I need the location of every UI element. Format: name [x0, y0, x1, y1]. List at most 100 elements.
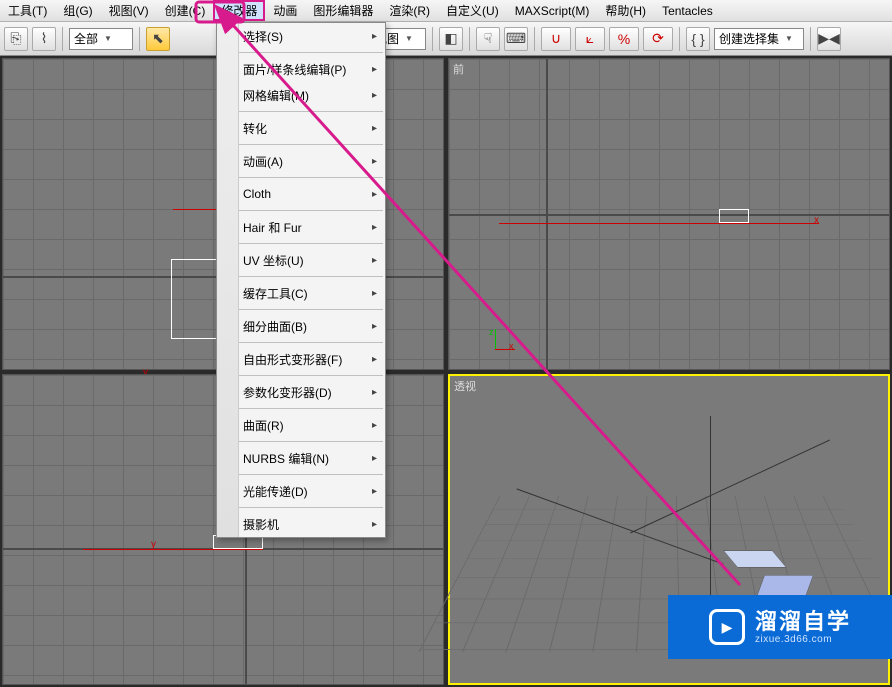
dropdown-separator	[219, 210, 383, 211]
axis-x-label: x	[814, 215, 819, 226]
toolbar-separator	[432, 27, 433, 51]
main-toolbar: ⎘ ⌇ 全部 ⬉ 视图 ◧ ☟ ⌨ ∪ ⟀ % ⟳ { } 创建选择集 ▶◀	[0, 22, 892, 56]
watermark-banner: ▶ 溜溜自学 zixue.3d66.com	[668, 595, 892, 659]
hand-icon: ☟	[484, 30, 493, 47]
select-link-icon[interactable]: ⎘	[4, 27, 28, 51]
axis-line	[449, 214, 889, 216]
dd-item-parametric-deformers[interactable]: 参数化变形器(D)	[217, 379, 385, 405]
toolbar-separator	[62, 27, 63, 51]
dropdown-separator	[219, 474, 383, 475]
braces-icon: { }	[691, 31, 704, 47]
cube-front-face	[756, 575, 814, 597]
pivot-icon: ◧	[444, 30, 457, 47]
dropdown-separator	[219, 52, 383, 53]
axis-y-label: y	[151, 539, 156, 550]
menu-create[interactable]: 创建(C)	[157, 0, 214, 21]
dropdown-separator	[219, 177, 383, 178]
dimension-line	[83, 549, 263, 550]
viewport-top-right[interactable]: 前 x z x	[448, 58, 890, 370]
spinner-snap-icon[interactable]: ⟳	[643, 27, 673, 51]
menu-rendering[interactable]: 渲染(R)	[381, 0, 438, 21]
center-pivot-icon[interactable]: ◧	[439, 27, 463, 51]
gizmo-x-line	[495, 349, 515, 350]
kb-icon: ⌨	[506, 30, 526, 47]
menu-animation[interactable]: 动画	[265, 0, 305, 21]
snap-toggle-icon[interactable]: ∪	[541, 27, 571, 51]
toolbar-separator	[534, 27, 535, 51]
perspective-axis	[710, 416, 711, 596]
toolbar-separator	[679, 27, 680, 51]
toolbar-separator	[139, 27, 140, 51]
dd-item-mesh-editing[interactable]: 网格编辑(M)	[217, 82, 385, 108]
dd-item-cloth[interactable]: Cloth	[217, 181, 385, 207]
link-icon: ⎘	[10, 30, 21, 47]
dropdown-separator	[219, 111, 383, 112]
dropdown-separator	[219, 342, 383, 343]
dd-item-nurbs-editing[interactable]: NURBS 编辑(N)	[217, 445, 385, 471]
dropdown-separator	[219, 507, 383, 508]
menu-graph-editors[interactable]: 图形编辑器	[305, 0, 381, 21]
menu-tentacles[interactable]: Tentacles	[654, 0, 721, 21]
modifiers-dropdown: 选择(S) 面片/样条线编辑(P) 网格编辑(M) 转化 动画(A) Cloth…	[216, 22, 386, 538]
dd-item-surface[interactable]: 曲面(R)	[217, 412, 385, 438]
dimension-line	[499, 223, 819, 224]
axis-line	[546, 59, 548, 369]
dropdown-separator	[219, 408, 383, 409]
watermark-title: 溜溜自学	[755, 609, 851, 634]
watermark-url: zixue.3d66.com	[755, 634, 851, 646]
dropdown-separator	[219, 309, 383, 310]
named-selection-combo[interactable]: 创建选择集	[714, 28, 804, 50]
spinner-icon: ⟳	[652, 30, 664, 47]
dropdown-separator	[219, 375, 383, 376]
viewport-grid: x y 前 x z x y 透视	[0, 56, 892, 687]
mirror-icon[interactable]: ▶◀	[817, 27, 841, 51]
dd-item-hair-fur[interactable]: Hair 和 Fur	[217, 214, 385, 240]
dd-item-selection[interactable]: 选择(S)	[217, 23, 385, 49]
watermark-text: 溜溜自学 zixue.3d66.com	[755, 609, 851, 646]
magnet-icon: ∪	[551, 30, 561, 47]
dropdown-separator	[219, 243, 383, 244]
viewport-label: 透视	[454, 378, 476, 394]
cursor-icon: ⬉	[152, 30, 164, 47]
dd-item-radiosity[interactable]: 光能传递(D)	[217, 478, 385, 504]
dd-item-uv-coords[interactable]: UV 坐标(U)	[217, 247, 385, 273]
percent-icon: %	[618, 31, 630, 47]
dd-item-subdivision[interactable]: 细分曲面(B)	[217, 313, 385, 339]
keyboard-shortcut-icon[interactable]: ⌨	[504, 27, 528, 51]
manipulate-icon[interactable]: ☟	[476, 27, 500, 51]
play-icon: ▶	[709, 609, 745, 645]
menu-bar: 工具(T) 组(G) 视图(V) 创建(C) 修改器 动画 图形编辑器 渲染(R…	[0, 0, 892, 22]
select-object-button[interactable]: ⬉	[146, 27, 170, 51]
dd-item-patch-spline[interactable]: 面片/样条线编辑(P)	[217, 56, 385, 82]
angle-icon: ⟀	[586, 30, 594, 47]
object-rect[interactable]	[719, 209, 749, 223]
dropdown-separator	[219, 441, 383, 442]
unlink-icon[interactable]: ⌇	[32, 27, 56, 51]
mirror-icon-glyph: ▶◀	[818, 30, 840, 47]
gizmo-z-line	[495, 329, 496, 349]
dd-item-cache-tools[interactable]: 缓存工具(C)	[217, 280, 385, 306]
unlink-icon-glyph: ⌇	[41, 30, 48, 47]
percent-snap-icon[interactable]: %	[609, 27, 639, 51]
named-selection-icon[interactable]: { }	[686, 27, 710, 51]
viewport-gizmo: z x	[489, 327, 525, 363]
dropdown-separator	[219, 276, 383, 277]
menu-help[interactable]: 帮助(H)	[597, 0, 654, 21]
dd-item-conversion[interactable]: 转化	[217, 115, 385, 141]
menu-tools[interactable]: 工具(T)	[0, 0, 55, 21]
menu-modifiers[interactable]: 修改器	[213, 0, 265, 21]
dd-item-cameras[interactable]: 摄影机	[217, 511, 385, 537]
filter-combo[interactable]: 全部	[69, 28, 133, 50]
menu-maxscript[interactable]: MAXScript(M)	[507, 0, 598, 21]
menu-views[interactable]: 视图(V)	[101, 0, 157, 21]
gizmo-z-icon: z	[489, 327, 494, 337]
toolbar-separator	[810, 27, 811, 51]
dropdown-separator	[219, 144, 383, 145]
angle-snap-icon[interactable]: ⟀	[575, 27, 605, 51]
menu-group[interactable]: 组(G)	[55, 0, 100, 21]
toolbar-separator	[469, 27, 470, 51]
menu-customize[interactable]: 自定义(U)	[438, 0, 507, 21]
dd-item-animation[interactable]: 动画(A)	[217, 148, 385, 174]
dd-item-free-form-deformers[interactable]: 自由形式变形器(F)	[217, 346, 385, 372]
object-rect[interactable]	[171, 259, 221, 339]
